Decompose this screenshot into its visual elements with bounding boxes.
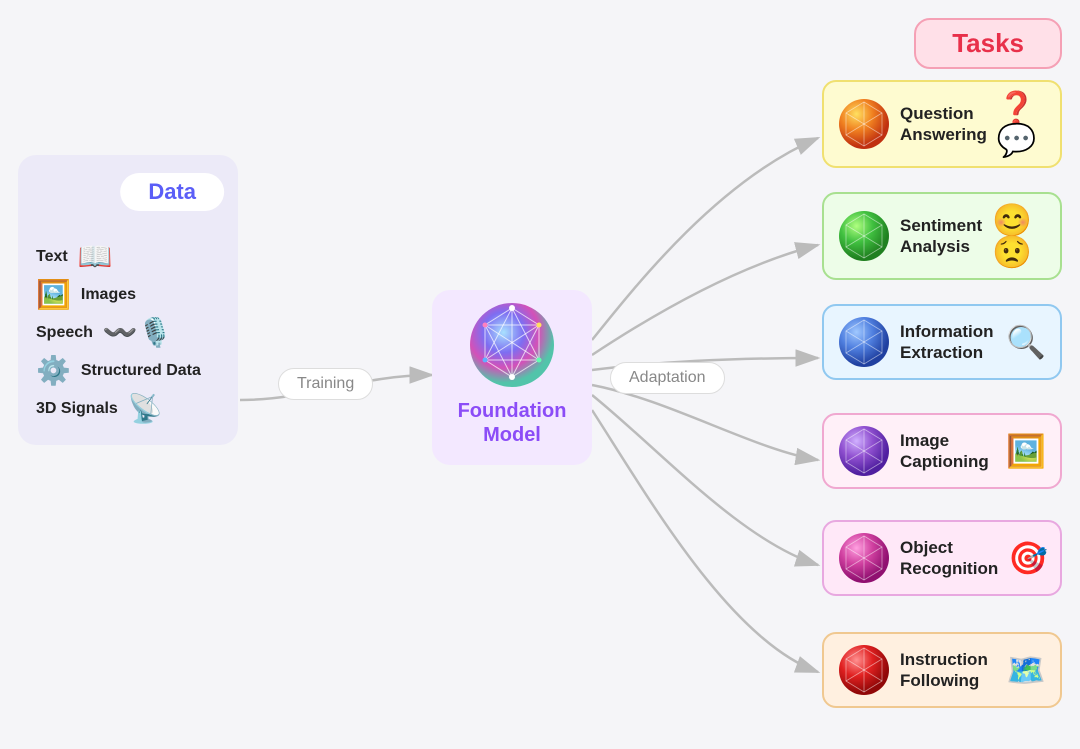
- task-globe-ic: [838, 425, 890, 477]
- task-icon-qa: ❓💬: [997, 92, 1046, 156]
- data-item-speech: Speech 〰️🎙️: [36, 319, 220, 347]
- foundation-model-box: FoundationModel: [432, 290, 592, 465]
- images-icon: 🖼️: [36, 281, 71, 309]
- tasks-heading: Tasks: [914, 18, 1062, 69]
- task-globe-or: [838, 532, 890, 584]
- foundation-globe: [467, 300, 557, 390]
- data-item-structured: ⚙️ Structured Data: [36, 357, 220, 385]
- data-item-text: Text 📖: [36, 243, 220, 271]
- data-item-signals: 3D Signals 📡: [36, 395, 220, 423]
- task-globe-ie: [838, 316, 890, 368]
- task-globe-if: [838, 644, 890, 696]
- task-label-sa: SentimentAnalysis: [900, 215, 982, 258]
- data-label: Data: [120, 173, 224, 211]
- adaptation-label: Adaptation: [610, 362, 725, 394]
- task-card-qa: QuestionAnswering ❓💬: [822, 80, 1062, 168]
- task-icon-if: 🗺️: [1006, 654, 1046, 686]
- task-card-or: ObjectRecognition 🎯: [822, 520, 1062, 596]
- task-globe-sa: [838, 210, 890, 262]
- signals-icon: 📡: [128, 395, 163, 423]
- task-icon-or: 🎯: [1008, 542, 1048, 574]
- task-globe-qa: [838, 98, 890, 150]
- task-label-or: ObjectRecognition: [900, 537, 998, 580]
- data-panel: Data Text 📖 🖼️ Images Speech 〰️🎙️ ⚙️ Str…: [18, 155, 238, 445]
- task-icon-sa: 😊😟: [992, 204, 1046, 268]
- training-label: Training: [278, 368, 373, 400]
- data-items-list: Text 📖 🖼️ Images Speech 〰️🎙️ ⚙️ Structur…: [32, 243, 224, 423]
- data-item-images: 🖼️ Images: [36, 281, 220, 309]
- structured-icon: ⚙️: [36, 357, 71, 385]
- text-icon: 📖: [78, 243, 113, 271]
- task-icon-ie: 🔍: [1006, 326, 1046, 358]
- foundation-title: FoundationModel: [458, 399, 567, 447]
- task-card-sa: SentimentAnalysis 😊😟: [822, 192, 1062, 280]
- speech-icon: 〰️🎙️: [103, 319, 173, 347]
- task-label-qa: QuestionAnswering: [900, 103, 987, 146]
- task-card-ic: ImageCaptioning 🖼️: [822, 413, 1062, 489]
- task-card-ie: InformationExtraction 🔍: [822, 304, 1062, 380]
- task-icon-ic: 🖼️: [1006, 435, 1046, 467]
- task-label-if: InstructionFollowing: [900, 649, 996, 692]
- task-label-ic: ImageCaptioning: [900, 430, 996, 473]
- task-label-ie: InformationExtraction: [900, 321, 996, 364]
- task-card-if: InstructionFollowing 🗺️: [822, 632, 1062, 708]
